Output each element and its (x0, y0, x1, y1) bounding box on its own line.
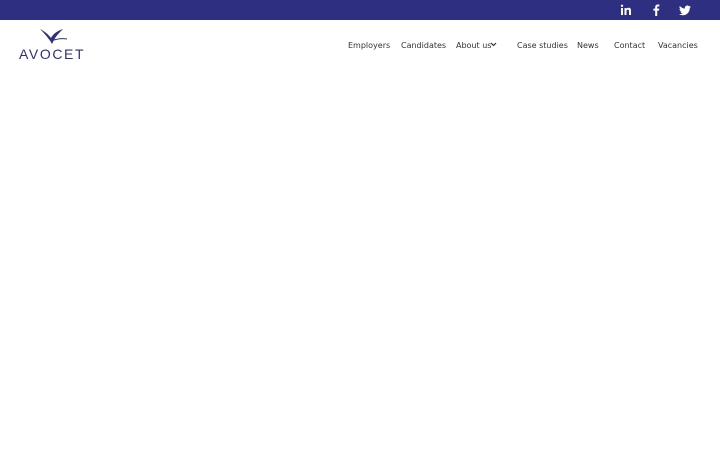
nav-news[interactable]: News (577, 40, 599, 52)
logo-wordmark: AVOCET (19, 46, 86, 62)
main-content (0, 72, 720, 450)
top-bar (0, 0, 720, 20)
chevron-down-icon[interactable] (490, 42, 497, 47)
nav-about-us[interactable]: About us (456, 40, 491, 52)
twitter-icon[interactable] (675, 0, 695, 20)
facebook-icon[interactable] (646, 0, 666, 20)
avocet-bird-icon (40, 29, 68, 44)
nav-candidates[interactable]: Candidates (401, 40, 446, 52)
site-header: AVOCET Employers Candidates About us Cas… (0, 20, 720, 72)
site-logo[interactable]: AVOCET (18, 28, 92, 62)
nav-case-studies[interactable]: Case studies (517, 40, 568, 52)
nav-employers[interactable]: Employers (348, 40, 390, 52)
nav-vacancies[interactable]: Vacancies (658, 40, 698, 52)
linkedin-icon[interactable] (616, 0, 636, 20)
nav-contact[interactable]: Contact (614, 40, 645, 52)
